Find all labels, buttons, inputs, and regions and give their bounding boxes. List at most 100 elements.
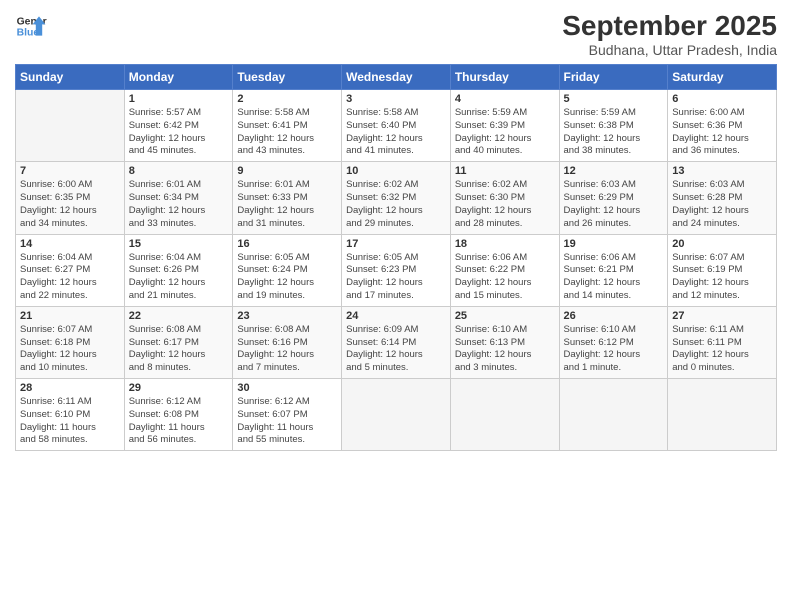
calendar-cell bbox=[450, 379, 559, 451]
day-info: Sunrise: 6:07 AM Sunset: 6:19 PM Dayligh… bbox=[672, 252, 772, 303]
subtitle: Budhana, Uttar Pradesh, India bbox=[562, 42, 777, 58]
day-info: Sunrise: 6:01 AM Sunset: 6:33 PM Dayligh… bbox=[237, 179, 337, 230]
day-info: Sunrise: 5:59 AM Sunset: 6:38 PM Dayligh… bbox=[564, 107, 664, 158]
day-info: Sunrise: 5:57 AM Sunset: 6:42 PM Dayligh… bbox=[129, 107, 229, 158]
calendar-cell: 21 Sunrise: 6:07 AM Sunset: 6:18 PM Dayli… bbox=[16, 306, 125, 378]
day-number: 22 bbox=[129, 310, 229, 322]
day-number: 14 bbox=[20, 238, 120, 250]
header-friday: Friday bbox=[559, 65, 668, 90]
calendar-cell: 11Sunrise: 6:02 AM Sunset: 6:30 PM Dayli… bbox=[450, 162, 559, 234]
calendar-cell: 17 Sunrise: 6:05 AM Sunset: 6:23 PM Dayli… bbox=[342, 234, 451, 306]
week-row-5: 28Sunrise: 6:11 AM Sunset: 6:10 PM Dayli… bbox=[16, 379, 777, 451]
day-number: 30 bbox=[237, 382, 337, 394]
day-number: 21 bbox=[20, 310, 120, 322]
day-number: 23 bbox=[237, 310, 337, 322]
day-number: 19 bbox=[564, 238, 664, 250]
header-saturday: Saturday bbox=[668, 65, 777, 90]
calendar-cell: 9 Sunrise: 6:01 AM Sunset: 6:33 PM Daylig… bbox=[233, 162, 342, 234]
calendar-cell: 30Sunrise: 6:12 AM Sunset: 6:07 PM Dayli… bbox=[233, 379, 342, 451]
day-number: 15 bbox=[129, 238, 229, 250]
week-row-4: 21 Sunrise: 6:07 AM Sunset: 6:18 PM Dayli… bbox=[16, 306, 777, 378]
main-title: September 2025 bbox=[562, 10, 777, 42]
day-number: 18 bbox=[455, 238, 555, 250]
calendar-table: SundayMondayTuesdayWednesdayThursdayFrid… bbox=[15, 64, 777, 451]
calendar-cell: 1 Sunrise: 5:57 AM Sunset: 6:42 PM Daylig… bbox=[124, 90, 233, 162]
calendar-cell bbox=[559, 379, 668, 451]
calendar-cell: 16 Sunrise: 6:05 AM Sunset: 6:24 PM Dayli… bbox=[233, 234, 342, 306]
day-info: Sunrise: 6:08 AM Sunset: 6:17 PM Dayligh… bbox=[129, 324, 229, 375]
calendar-cell: 29 Sunrise: 6:12 AM Sunset: 6:08 PM Dayli… bbox=[124, 379, 233, 451]
title-block: September 2025 Budhana, Uttar Pradesh, I… bbox=[562, 10, 777, 58]
calendar-cell: 12Sunrise: 6:03 AM Sunset: 6:29 PM Dayli… bbox=[559, 162, 668, 234]
day-info: Sunrise: 6:02 AM Sunset: 6:30 PM Dayligh… bbox=[455, 179, 555, 230]
day-info: Sunrise: 6:10 AM Sunset: 6:12 PM Dayligh… bbox=[564, 324, 664, 375]
day-number: 27 bbox=[672, 310, 772, 322]
day-info: Sunrise: 6:07 AM Sunset: 6:18 PM Dayligh… bbox=[20, 324, 120, 375]
header-thursday: Thursday bbox=[450, 65, 559, 90]
day-info: Sunrise: 6:04 AM Sunset: 6:27 PM Dayligh… bbox=[20, 252, 120, 303]
day-number: 13 bbox=[672, 165, 772, 177]
day-info: Sunrise: 6:03 AM Sunset: 6:29 PM Dayligh… bbox=[564, 179, 664, 230]
day-number: 16 bbox=[237, 238, 337, 250]
day-info: Sunrise: 6:03 AM Sunset: 6:28 PM Dayligh… bbox=[672, 179, 772, 230]
calendar-cell: 3Sunrise: 5:58 AM Sunset: 6:40 PM Daylig… bbox=[342, 90, 451, 162]
logo: General Blue bbox=[15, 10, 47, 42]
day-number: 20 bbox=[672, 238, 772, 250]
calendar-cell: 8 Sunrise: 6:01 AM Sunset: 6:34 PM Daylig… bbox=[124, 162, 233, 234]
header-sunday: Sunday bbox=[16, 65, 125, 90]
day-info: Sunrise: 6:05 AM Sunset: 6:24 PM Dayligh… bbox=[237, 252, 337, 303]
logo-icon: General Blue bbox=[15, 10, 47, 42]
day-info: Sunrise: 6:00 AM Sunset: 6:36 PM Dayligh… bbox=[672, 107, 772, 158]
day-number: 7 bbox=[20, 165, 120, 177]
calendar-cell: 13 Sunrise: 6:03 AM Sunset: 6:28 PM Dayli… bbox=[668, 162, 777, 234]
day-info: Sunrise: 6:05 AM Sunset: 6:23 PM Dayligh… bbox=[346, 252, 446, 303]
header-monday: Monday bbox=[124, 65, 233, 90]
week-row-1: 1 Sunrise: 5:57 AM Sunset: 6:42 PM Daylig… bbox=[16, 90, 777, 162]
day-number: 3 bbox=[346, 93, 446, 105]
day-info: Sunrise: 6:12 AM Sunset: 6:08 PM Dayligh… bbox=[129, 396, 229, 447]
day-info: Sunrise: 6:06 AM Sunset: 6:22 PM Dayligh… bbox=[455, 252, 555, 303]
day-number: 17 bbox=[346, 238, 446, 250]
calendar-header-row: SundayMondayTuesdayWednesdayThursdayFrid… bbox=[16, 65, 777, 90]
day-info: Sunrise: 5:58 AM Sunset: 6:41 PM Dayligh… bbox=[237, 107, 337, 158]
day-number: 2 bbox=[237, 93, 337, 105]
day-number: 24 bbox=[346, 310, 446, 322]
calendar-cell: 20 Sunrise: 6:07 AM Sunset: 6:19 PM Dayli… bbox=[668, 234, 777, 306]
calendar-cell: 28Sunrise: 6:11 AM Sunset: 6:10 PM Dayli… bbox=[16, 379, 125, 451]
calendar-cell: 15 Sunrise: 6:04 AM Sunset: 6:26 PM Dayli… bbox=[124, 234, 233, 306]
calendar-cell bbox=[668, 379, 777, 451]
day-info: Sunrise: 6:01 AM Sunset: 6:34 PM Dayligh… bbox=[129, 179, 229, 230]
day-number: 29 bbox=[129, 382, 229, 394]
calendar-cell: 18 Sunrise: 6:06 AM Sunset: 6:22 PM Dayli… bbox=[450, 234, 559, 306]
day-info: Sunrise: 6:08 AM Sunset: 6:16 PM Dayligh… bbox=[237, 324, 337, 375]
calendar-cell: 22 Sunrise: 6:08 AM Sunset: 6:17 PM Dayli… bbox=[124, 306, 233, 378]
calendar-cell: 6 Sunrise: 6:00 AM Sunset: 6:36 PM Daylig… bbox=[668, 90, 777, 162]
day-number: 28 bbox=[20, 382, 120, 394]
day-number: 25 bbox=[455, 310, 555, 322]
calendar-cell: 14 Sunrise: 6:04 AM Sunset: 6:27 PM Dayli… bbox=[16, 234, 125, 306]
calendar-cell: 7 Sunrise: 6:00 AM Sunset: 6:35 PM Daylig… bbox=[16, 162, 125, 234]
week-row-2: 7 Sunrise: 6:00 AM Sunset: 6:35 PM Daylig… bbox=[16, 162, 777, 234]
calendar-cell: 19 Sunrise: 6:06 AM Sunset: 6:21 PM Dayli… bbox=[559, 234, 668, 306]
calendar-cell: 5Sunrise: 5:59 AM Sunset: 6:38 PM Daylig… bbox=[559, 90, 668, 162]
calendar-cell: 27 Sunrise: 6:11 AM Sunset: 6:11 PM Dayli… bbox=[668, 306, 777, 378]
calendar-cell: 24 Sunrise: 6:09 AM Sunset: 6:14 PM Dayli… bbox=[342, 306, 451, 378]
day-info: Sunrise: 6:09 AM Sunset: 6:14 PM Dayligh… bbox=[346, 324, 446, 375]
day-number: 6 bbox=[672, 93, 772, 105]
calendar-cell: 26 Sunrise: 6:10 AM Sunset: 6:12 PM Dayli… bbox=[559, 306, 668, 378]
day-info: Sunrise: 6:04 AM Sunset: 6:26 PM Dayligh… bbox=[129, 252, 229, 303]
calendar-cell bbox=[16, 90, 125, 162]
day-number: 8 bbox=[129, 165, 229, 177]
calendar-cell bbox=[342, 379, 451, 451]
day-info: Sunrise: 6:00 AM Sunset: 6:35 PM Dayligh… bbox=[20, 179, 120, 230]
day-number: 9 bbox=[237, 165, 337, 177]
day-info: Sunrise: 6:11 AM Sunset: 6:11 PM Dayligh… bbox=[672, 324, 772, 375]
header-tuesday: Tuesday bbox=[233, 65, 342, 90]
day-number: 4 bbox=[455, 93, 555, 105]
day-number: 26 bbox=[564, 310, 664, 322]
calendar-cell: 25Sunrise: 6:10 AM Sunset: 6:13 PM Dayli… bbox=[450, 306, 559, 378]
day-number: 1 bbox=[129, 93, 229, 105]
day-info: Sunrise: 6:02 AM Sunset: 6:32 PM Dayligh… bbox=[346, 179, 446, 230]
calendar-cell: 4Sunrise: 5:59 AM Sunset: 6:39 PM Daylig… bbox=[450, 90, 559, 162]
day-info: Sunrise: 6:06 AM Sunset: 6:21 PM Dayligh… bbox=[564, 252, 664, 303]
